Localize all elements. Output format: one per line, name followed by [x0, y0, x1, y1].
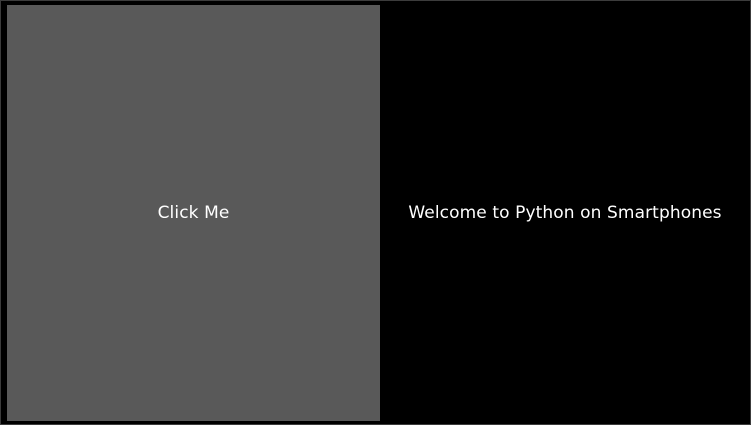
main-layout: Click Me Welcome to Python on Smartphone…: [7, 5, 750, 421]
app-window: Click Me Welcome to Python on Smartphone…: [0, 0, 751, 425]
click-me-button-label: Click Me: [157, 203, 230, 223]
welcome-label: Welcome to Python on Smartphones: [408, 203, 722, 223]
click-me-button[interactable]: Click Me: [7, 5, 380, 421]
welcome-panel: Welcome to Python on Smartphones: [380, 5, 750, 421]
